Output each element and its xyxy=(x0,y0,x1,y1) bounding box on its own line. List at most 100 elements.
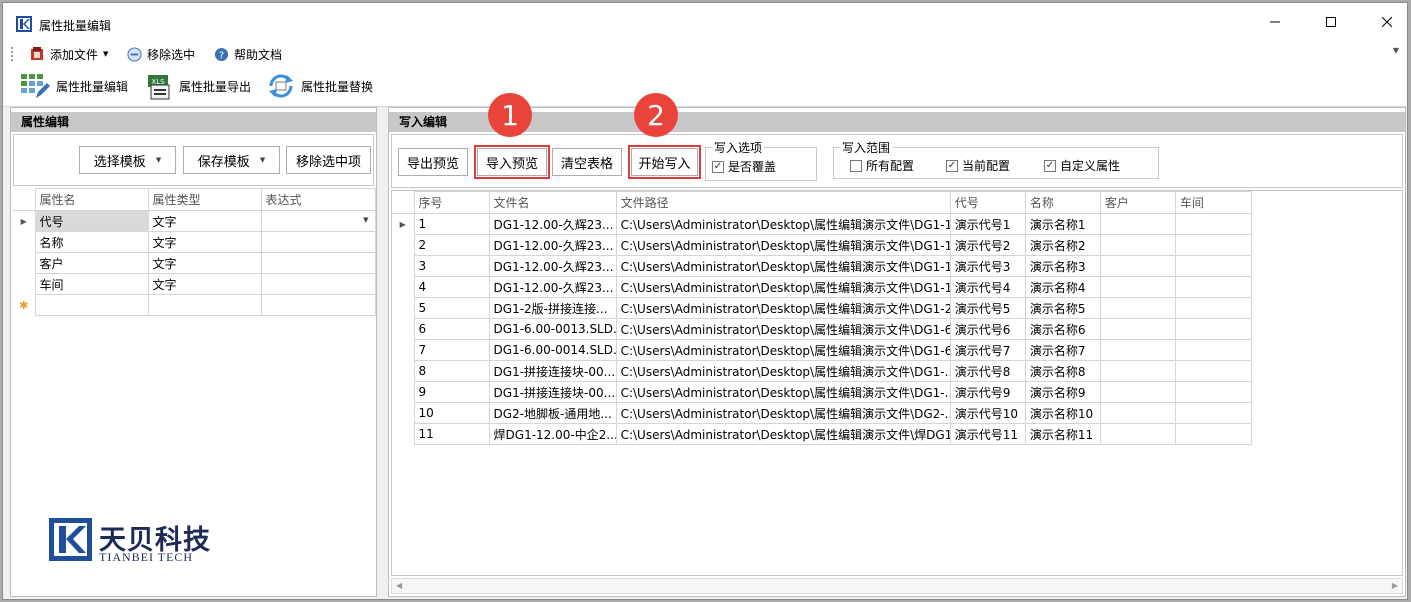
workshop-cell[interactable] xyxy=(1174,213,1253,235)
minimize-button[interactable] xyxy=(1261,11,1289,33)
column-header[interactable]: 代号 xyxy=(949,191,1026,214)
property-type-cell[interactable]: 文字 xyxy=(147,210,262,232)
help-doc-menu[interactable]: ? 帮助文档 xyxy=(214,45,282,63)
code-cell[interactable]: 演示代号7 xyxy=(949,339,1026,361)
customer-cell[interactable] xyxy=(1099,297,1176,319)
column-header[interactable]: 客户 xyxy=(1099,191,1176,214)
file-name-cell[interactable]: DG1-12.00-久辉23... xyxy=(488,213,617,235)
customer-cell[interactable] xyxy=(1099,381,1176,403)
panel-splitter[interactable] xyxy=(377,107,388,597)
table-row[interactable]: 11 焊DG1-12.00-中企2... C:\Users\Administrato… xyxy=(392,423,1253,445)
table-row[interactable]: 9 DG1-拼接连接块-00... C:\Users\Administrator\D… xyxy=(392,381,1253,403)
name-cell[interactable]: 演示名称8 xyxy=(1024,360,1101,382)
row-number-cell[interactable]: 2 xyxy=(413,234,490,256)
row-number-cell[interactable]: 3 xyxy=(413,255,490,277)
code-cell[interactable]: 演示代号1 xyxy=(949,213,1026,235)
workshop-cell[interactable] xyxy=(1174,276,1253,298)
code-cell[interactable]: 演示代号2 xyxy=(949,234,1026,256)
column-header[interactable]: 属性名 xyxy=(34,188,149,211)
code-cell[interactable]: 演示代号9 xyxy=(949,381,1026,403)
file-path-cell[interactable]: C:\Users\Administrator\Desktop\属性编辑演示文件\… xyxy=(615,297,951,319)
file-path-cell[interactable]: C:\Users\Administrator\Desktop\属性编辑演示文件\… xyxy=(615,318,951,340)
file-name-cell[interactable]: DG1-6.00-0013.SLD... xyxy=(488,318,617,340)
table-row[interactable]: 6 DG1-6.00-0013.SLD... C:\Users\Administra… xyxy=(392,318,1253,340)
property-name-cell[interactable]: 代号 xyxy=(34,210,149,232)
workshop-cell[interactable] xyxy=(1174,339,1253,361)
expression-cell[interactable] xyxy=(260,231,376,253)
expression-cell[interactable] xyxy=(260,273,376,295)
customer-cell[interactable] xyxy=(1099,360,1176,382)
all-config-checkbox[interactable]: 所有配置 xyxy=(850,157,914,174)
file-path-cell[interactable]: C:\Users\Administrator\Desktop\属性编辑演示文件\… xyxy=(615,255,951,277)
chevron-down-icon[interactable]: ▼ xyxy=(363,216,368,224)
overwrite-checkbox[interactable]: ✓ 是否覆盖 xyxy=(712,158,776,175)
customer-cell[interactable] xyxy=(1099,213,1176,235)
file-path-cell[interactable]: C:\Users\Administrator\Desktop\属性编辑演示文件\… xyxy=(615,381,951,403)
workshop-cell[interactable] xyxy=(1174,255,1253,277)
toolbar-overflow-icon[interactable]: ▼ xyxy=(1393,46,1399,55)
table-row[interactable]: 10 DG2-地脚板-通用地... C:\Users\Administrator\D… xyxy=(392,402,1253,424)
new-row-cell[interactable] xyxy=(260,294,376,316)
file-name-cell[interactable]: DG2-地脚板-通用地... xyxy=(488,402,617,424)
name-cell[interactable]: 演示名称5 xyxy=(1024,297,1101,319)
table-row[interactable]: ▶ 1 DG1-12.00-久辉23... C:\Users\Administrato… xyxy=(392,213,1253,235)
new-row-cell[interactable] xyxy=(147,294,262,316)
table-row[interactable]: 车间 文字 xyxy=(13,273,376,295)
column-header[interactable]: 文件名 xyxy=(488,191,617,214)
property-name-cell[interactable]: 车间 xyxy=(34,273,149,295)
name-cell[interactable]: 演示名称11 xyxy=(1024,423,1101,445)
file-name-cell[interactable]: DG1-拼接连接块-00... xyxy=(488,360,617,382)
row-number-cell[interactable]: 1 xyxy=(413,213,490,235)
column-header[interactable]: 序号 xyxy=(413,191,490,214)
select-template-dropdown[interactable]: 选择模板 ▼ xyxy=(79,146,176,174)
batch-edit-button[interactable]: 属性批量编辑 xyxy=(20,71,128,101)
file-name-cell[interactable]: DG1-12.00-久辉23... xyxy=(488,255,617,277)
batch-replace-button[interactable]: 属性批量替换 xyxy=(265,71,373,101)
clear-table-button[interactable]: 清空表格 xyxy=(552,148,622,176)
row-number-cell[interactable]: 5 xyxy=(413,297,490,319)
column-header[interactable]: 车间 xyxy=(1174,191,1253,214)
name-cell[interactable]: 演示名称3 xyxy=(1024,255,1101,277)
table-row[interactable]: 2 DG1-12.00-久辉23... C:\Users\Administrator… xyxy=(392,234,1253,256)
property-type-cell[interactable]: 文字 xyxy=(147,231,262,253)
maximize-button[interactable] xyxy=(1317,11,1345,33)
table-row[interactable]: 客户 文字 xyxy=(13,252,376,274)
property-name-cell[interactable]: 名称 xyxy=(34,231,149,253)
name-cell[interactable]: 演示名称10 xyxy=(1024,402,1101,424)
new-row-cell[interactable] xyxy=(34,294,149,316)
toolbar-grip[interactable] xyxy=(11,47,13,61)
table-row[interactable]: 7 DG1-6.00-0014.SLD... C:\Users\Administra… xyxy=(392,339,1253,361)
file-path-cell[interactable]: C:\Users\Administrator\Desktop\属性编辑演示文件\… xyxy=(615,213,951,235)
row-number-cell[interactable]: 7 xyxy=(413,339,490,361)
name-cell[interactable]: 演示名称9 xyxy=(1024,381,1101,403)
customer-cell[interactable] xyxy=(1099,234,1176,256)
batch-export-button[interactable]: XLS 属性批量导出 xyxy=(145,71,251,101)
file-name-cell[interactable]: DG1-2版-拼接连接... xyxy=(488,297,617,319)
file-name-cell[interactable]: DG1-12.00-久辉23... xyxy=(488,276,617,298)
add-file-menu[interactable]: 添加文件 ▼ xyxy=(29,45,108,63)
code-cell[interactable]: 演示代号5 xyxy=(949,297,1026,319)
name-cell[interactable]: 演示名称2 xyxy=(1024,234,1101,256)
property-type-cell[interactable]: 文字 xyxy=(147,252,262,274)
expression-cell[interactable] xyxy=(260,252,376,274)
scroll-left-icon[interactable]: ◀ xyxy=(396,581,402,590)
customer-cell[interactable] xyxy=(1099,339,1176,361)
code-cell[interactable]: 演示代号6 xyxy=(949,318,1026,340)
code-cell[interactable]: 演示代号8 xyxy=(949,360,1026,382)
property-type-cell[interactable]: 文字 xyxy=(147,273,262,295)
file-path-cell[interactable]: C:\Users\Administrator\Desktop\属性编辑演示文件\… xyxy=(615,276,951,298)
column-header[interactable]: 文件路径 xyxy=(615,191,951,214)
workshop-cell[interactable] xyxy=(1174,318,1253,340)
close-button[interactable] xyxy=(1373,11,1401,33)
table-row[interactable]: 名称 文字 xyxy=(13,231,376,253)
code-cell[interactable]: 演示代号10 xyxy=(949,402,1026,424)
remove-selected-menu[interactable]: 移除选中 xyxy=(127,45,195,63)
file-name-cell[interactable]: DG1-12.00-久辉23... xyxy=(488,234,617,256)
remove-selected-item-button[interactable]: 移除选中项 xyxy=(286,146,371,174)
row-number-cell[interactable]: 11 xyxy=(413,423,490,445)
save-template-dropdown[interactable]: 保存模板 ▼ xyxy=(183,146,280,174)
column-header[interactable]: 名称 xyxy=(1024,191,1101,214)
custom-props-checkbox[interactable]: ✓ 自定义属性 xyxy=(1044,157,1120,174)
file-name-cell[interactable]: DG1-6.00-0014.SLD... xyxy=(488,339,617,361)
file-path-cell[interactable]: C:\Users\Administrator\Desktop\属性编辑演示文件\… xyxy=(615,360,951,382)
